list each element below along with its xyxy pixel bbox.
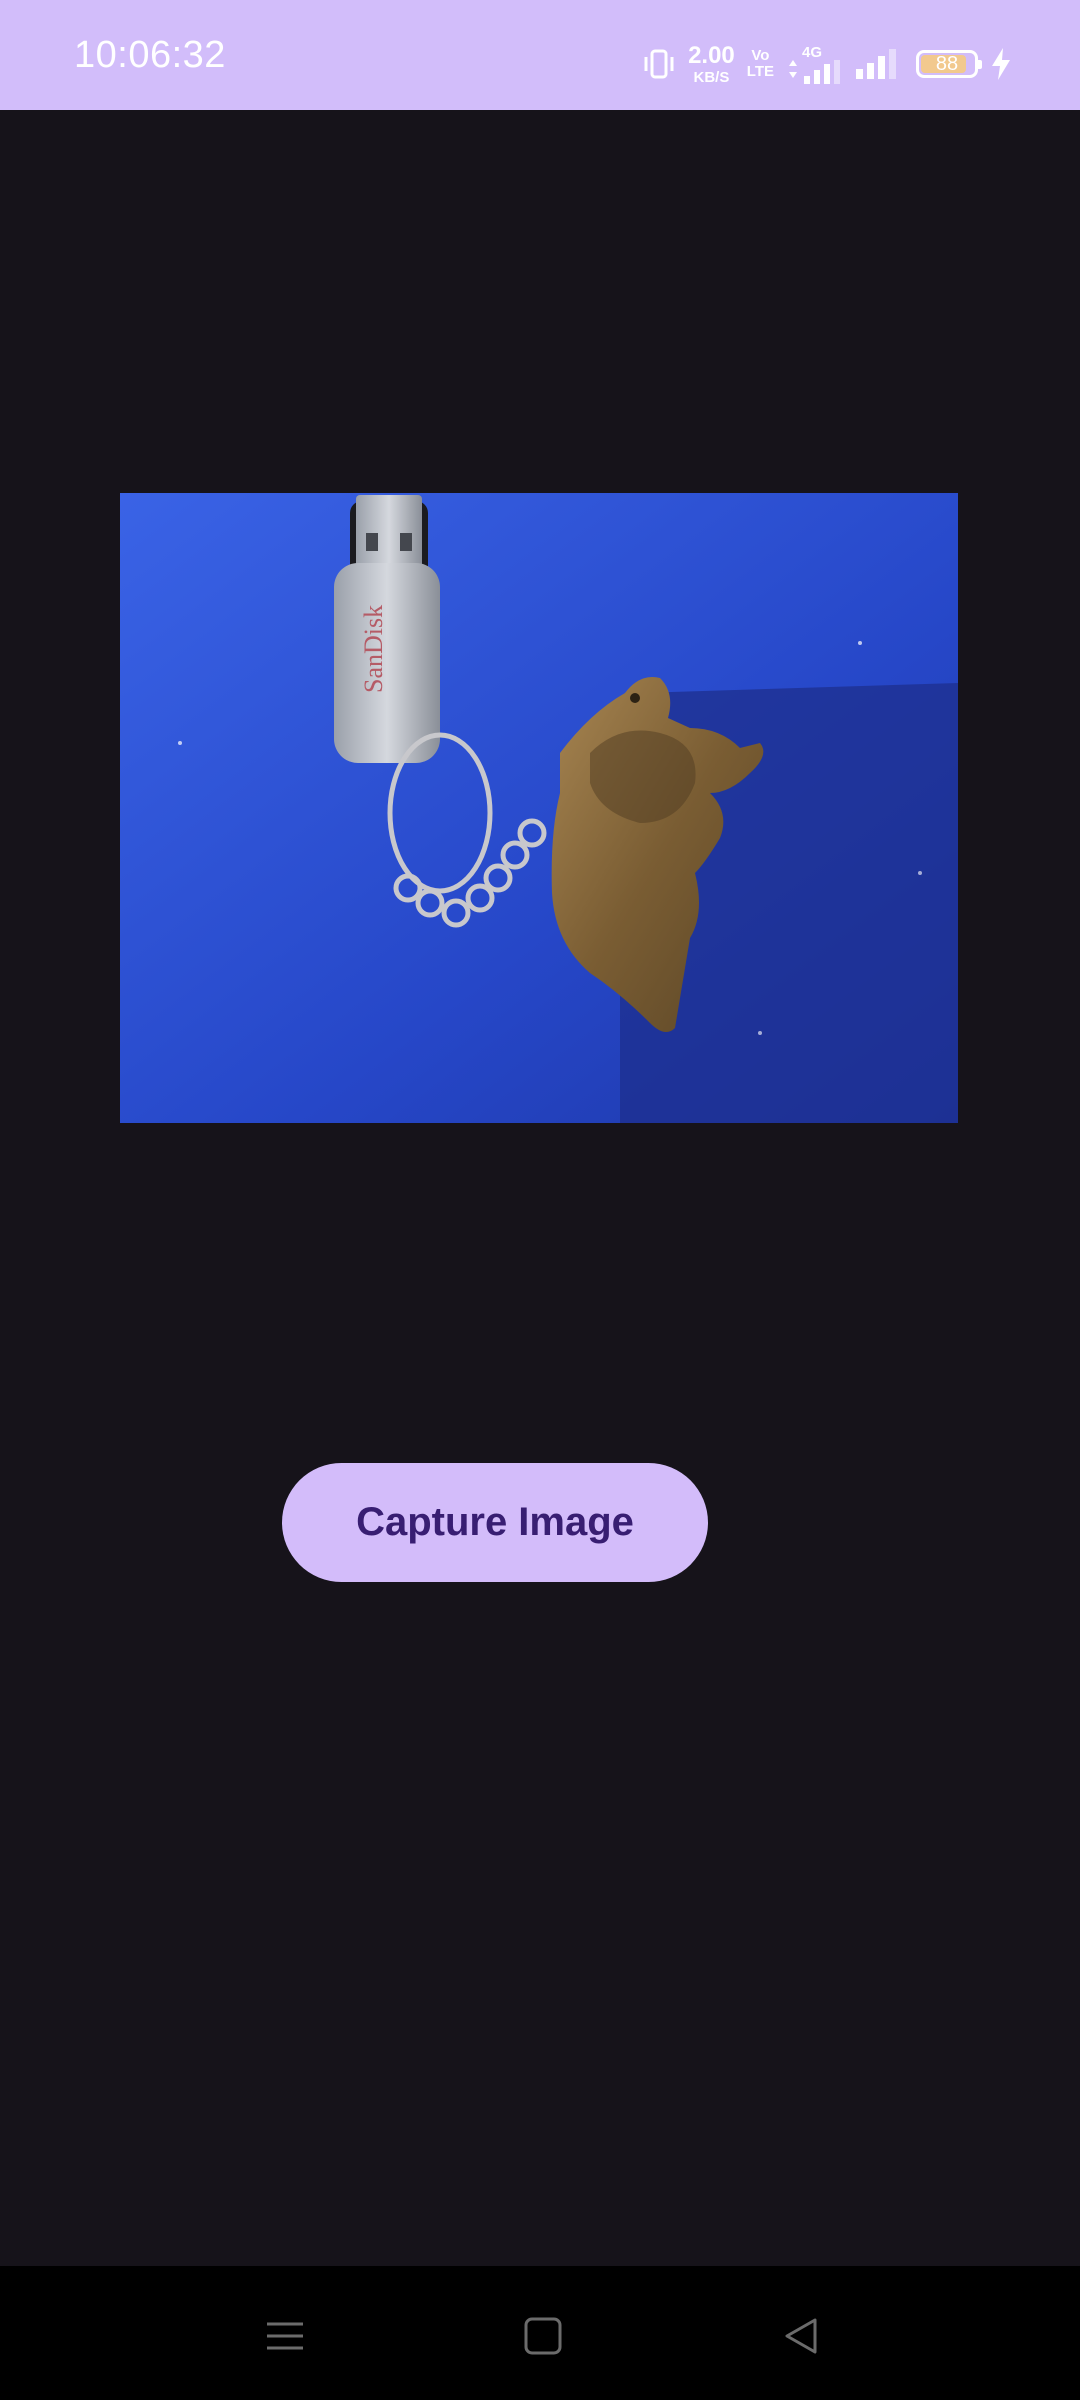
- network-speed-value: 2.00: [688, 41, 735, 69]
- capture-image-button[interactable]: Capture Image: [282, 1463, 708, 1582]
- battery-icon: 88: [916, 50, 982, 78]
- captured-image: SanDisk: [120, 493, 958, 1123]
- home-icon[interactable]: [513, 2306, 573, 2366]
- network-speed-unit: KB/S: [693, 68, 730, 86]
- back-icon[interactable]: [771, 2306, 831, 2366]
- network-speed: 2.00 KB/S: [688, 41, 735, 86]
- navigation-bar: [0, 2266, 1080, 2400]
- signal-icon: [854, 49, 898, 79]
- volte-indicator: Vo LTE: [747, 48, 774, 80]
- volte-top: Vo: [751, 47, 770, 65]
- vibrate-icon: [642, 47, 676, 81]
- svg-text:SanDisk: SanDisk: [359, 605, 388, 693]
- volte-bottom: LTE: [746, 63, 774, 80]
- mobile-data-icon: 4G: [786, 45, 842, 84]
- signal-icon: [804, 59, 840, 84]
- status-icons: 2.00 KB/S Vo LTE 4G 88: [642, 36, 1012, 92]
- battery-level-text: 88: [935, 52, 959, 75]
- data-type-label: 4G: [802, 43, 823, 61]
- menu-icon[interactable]: [255, 2306, 315, 2366]
- status-time: 10:06:32: [74, 34, 226, 76]
- charging-bolt-icon: [990, 47, 1012, 81]
- status-bar: 10:06:32 2.00 KB/S Vo LTE 4G 88: [0, 0, 1080, 110]
